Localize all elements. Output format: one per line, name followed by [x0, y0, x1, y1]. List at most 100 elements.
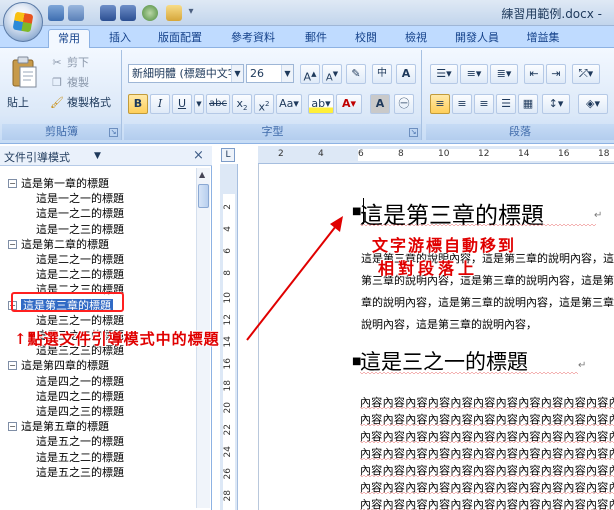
tab-review[interactable]: 校閱 [346, 29, 386, 48]
underline-dropdown-icon[interactable]: ▼ [194, 94, 204, 114]
tab-developer[interactable]: 開發人員 [446, 29, 508, 48]
doc-map-section-item[interactable]: 這是四之一的標題 [36, 374, 124, 389]
save-icon[interactable] [100, 5, 116, 21]
vertical-ruler[interactable]: 2 4 6 8 10 12 14 16 18 20 22 24 26 28 [220, 164, 238, 510]
cut-button[interactable]: ✂ 剪下 [50, 54, 89, 72]
bold-icon[interactable]: B [128, 94, 148, 114]
enclose-char-icon[interactable]: ㊀ [394, 94, 414, 114]
subscript-icon[interactable]: x2 [232, 94, 252, 114]
document-map-mode[interactable]: 文件引導模式 [4, 149, 70, 165]
doc-map-section-item[interactable]: 這是一之一的標題 [36, 191, 124, 206]
tab-view[interactable]: 檢視 [396, 29, 436, 48]
doc-map-section-item[interactable]: 這是五之一的標題 [36, 434, 124, 449]
doc-map-section-item[interactable]: 這是二之二的標題 [36, 267, 124, 282]
doc-map-section-item[interactable]: 這是五之三的標題 [36, 465, 124, 480]
paste-button[interactable]: 貼上 [7, 94, 29, 110]
close-icon[interactable]: × [193, 148, 204, 163]
bullets-icon[interactable]: ☰▾ [430, 64, 458, 84]
shading-icon[interactable]: ◈▾ [578, 94, 608, 114]
collapse-toggle-icon[interactable]: − [8, 361, 17, 371]
text-cursor [363, 198, 364, 224]
tab-selector[interactable]: L [221, 148, 235, 162]
doc-map-item-label: 這是第二章的標題 [21, 237, 109, 251]
numbering-icon[interactable]: ≡▾ [460, 64, 488, 84]
underline-icon[interactable]: U [172, 94, 192, 114]
tab-references[interactable]: 參考資料 [220, 29, 286, 48]
doc-map-section-item[interactable]: 這是五之二的標題 [36, 450, 124, 465]
shrink-font-icon[interactable]: A▼ [322, 64, 342, 84]
chevron-down-icon[interactable]: ▼ [231, 65, 243, 82]
font-launcher-icon[interactable]: ↘ [409, 128, 418, 137]
open-folder-icon[interactable] [166, 5, 182, 21]
distributed-icon[interactable]: ▦ [518, 94, 538, 114]
doc-map-item-label: 這是第五章的標題 [21, 420, 109, 434]
chevron-down-icon[interactable]: ▼ [281, 65, 293, 82]
cut-label: 剪下 [67, 56, 89, 69]
char-border-icon[interactable]: A [396, 64, 416, 84]
decrease-indent-icon[interactable]: ⇤ [524, 64, 544, 84]
text-direction-icon[interactable]: ⤱▾ [572, 64, 600, 84]
content-text-line[interactable]: 內容內容內容內容內容內容內容內容內容內容內容內容內容 [360, 496, 614, 510]
save-as-icon[interactable] [120, 5, 136, 21]
customize-quick-access-icon[interactable]: ▾ [186, 4, 196, 20]
doc-map-item-label: 這是五之二的標題 [36, 450, 124, 464]
scroll-thumb[interactable] [198, 184, 209, 208]
collapse-toggle-icon[interactable]: − [8, 179, 17, 188]
highlight-icon[interactable]: ab▾ [308, 94, 334, 114]
font-name-combo[interactable]: 新細明體 (標題中文字 ▼ [128, 64, 244, 83]
collapse-toggle-icon[interactable]: − [8, 239, 17, 249]
doc-map-chapter-item[interactable]: − 這是第二章的標題 [8, 237, 109, 252]
office-button[interactable] [3, 2, 43, 42]
body-text-line[interactable]: 章的說明內容，這是第三章的說明內容，這是第三章的 [361, 294, 614, 310]
doc-map-section-item[interactable]: 這是一之三的標題 [36, 222, 124, 237]
doc-map-chapter-item[interactable]: − 這是第五章的標題 [8, 419, 109, 434]
font-size-combo[interactable]: 26 ▼ [246, 64, 294, 83]
spelling-squiggle [360, 458, 614, 461]
redo-icon[interactable] [68, 5, 84, 21]
undo-icon[interactable] [48, 5, 64, 21]
clipboard-group: 貼上 ✂ 剪下 ❐ 複製 🖌 複製格式 剪貼簿 ↘ [2, 50, 122, 140]
multilevel-list-icon[interactable]: ≣▾ [490, 64, 518, 84]
char-shading-icon[interactable]: A [370, 94, 390, 114]
align-center-icon[interactable]: ≡ [452, 94, 472, 114]
circle-options-icon[interactable] [142, 5, 158, 21]
ruler-number: 28 [223, 490, 233, 502]
align-left-icon[interactable]: ≡ [430, 94, 450, 114]
italic-icon[interactable]: I [150, 94, 170, 114]
scroll-up-icon[interactable]: ▲ [199, 170, 205, 179]
tab-home[interactable]: 常用 [48, 29, 90, 49]
change-case-icon[interactable]: Aa▾ [276, 94, 302, 114]
strikethrough-icon[interactable]: abc [206, 94, 230, 114]
doc-map-section-item[interactable]: 這是四之二的標題 [36, 389, 124, 404]
chevron-down-icon[interactable]: ▼ [94, 151, 101, 161]
body-text-line[interactable]: 說明內容，這是第三章的說明內容， [361, 316, 614, 332]
clear-format-icon[interactable]: ✎ [346, 64, 366, 84]
doc-map-section-item[interactable]: 這是二之一的標題 [36, 252, 124, 267]
doc-map-chapter-item[interactable]: − 這是第四章的標題 [8, 358, 109, 373]
superscript-icon[interactable]: x2 [254, 94, 274, 114]
format-painter-button[interactable]: 🖌 複製格式 [50, 94, 111, 112]
ruler-number: 10 [223, 292, 233, 304]
clipboard-launcher-icon[interactable]: ↘ [109, 128, 118, 137]
phonetic-guide-icon[interactable]: 中 [372, 64, 392, 84]
tab-insert[interactable]: 插入 [100, 29, 140, 48]
doc-map-section-item[interactable]: 這是一之二的標題 [36, 206, 124, 221]
copy-button[interactable]: ❐ 複製 [50, 74, 89, 92]
tab-addins[interactable]: 增益集 [518, 29, 568, 48]
doc-map-section-item[interactable]: 這是三之一的標題 [36, 313, 124, 328]
doc-map-section-item[interactable]: 這是四之三的標題 [36, 404, 124, 419]
annotation-cursor-moves-line1: 文字游標自動移到 [372, 236, 517, 255]
paragraph-group-label: 段落 [426, 124, 614, 140]
tab-mailings[interactable]: 郵件 [296, 29, 336, 48]
font-color-icon[interactable]: A▾ [336, 94, 362, 114]
paste-icon[interactable] [10, 56, 38, 90]
tab-page-layout[interactable]: 版面配置 [150, 29, 210, 48]
align-right-icon[interactable]: ≡ [474, 94, 494, 114]
justify-icon[interactable]: ☰ [496, 94, 516, 114]
doc-map-chapter-item[interactable]: − 這是第一章的標題 [8, 176, 109, 191]
collapse-toggle-icon[interactable]: − [8, 422, 17, 432]
line-spacing-icon[interactable]: ↕▾ [542, 94, 570, 114]
horizontal-ruler[interactable]: 2 4 6 8 10 12 14 16 18 [258, 146, 614, 164]
increase-indent-icon[interactable]: ⇥ [546, 64, 566, 84]
grow-font-icon[interactable]: A▲ [300, 64, 320, 84]
